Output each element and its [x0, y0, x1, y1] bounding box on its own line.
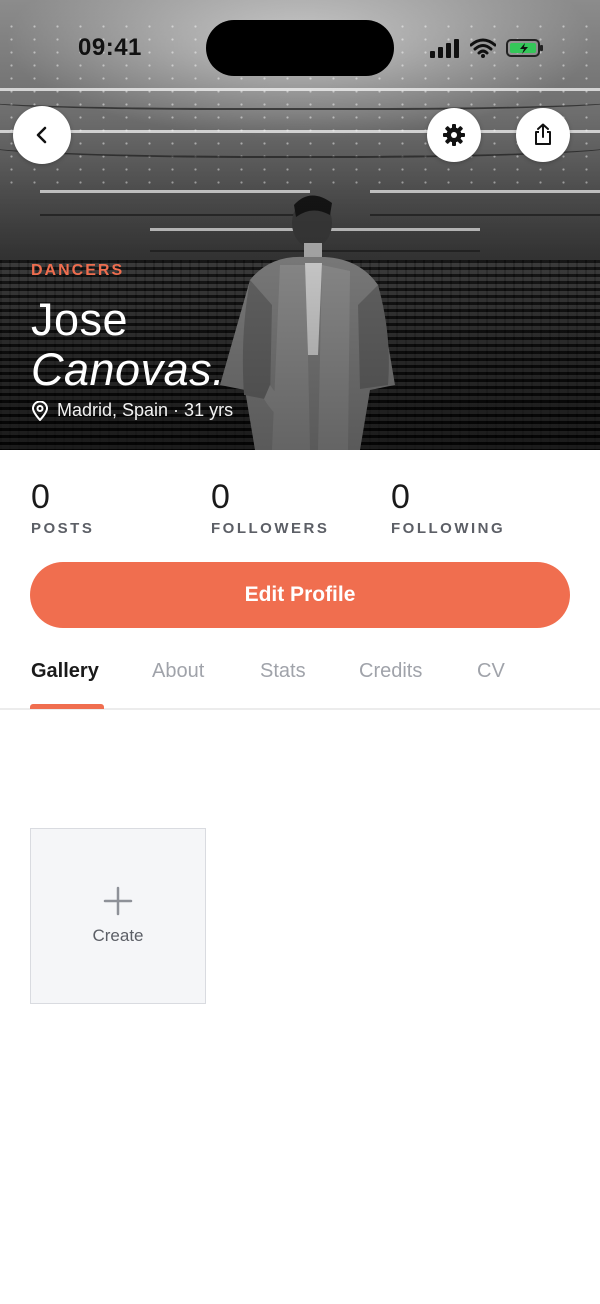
chevron-left-icon — [36, 126, 47, 144]
profile-first-name: Jose — [31, 294, 129, 345]
edit-profile-button[interactable]: Edit Profile — [30, 562, 570, 628]
back-button[interactable] — [13, 106, 71, 164]
stat-followers[interactable]: 0 FOLLOWERS — [211, 476, 329, 537]
status-icons — [430, 36, 544, 60]
tab-cv[interactable]: CV — [477, 660, 505, 683]
create-label: Create — [92, 926, 144, 945]
tab-credits[interactable]: Credits — [359, 660, 422, 683]
stat-label: POSTS — [31, 520, 95, 537]
gear-icon — [443, 124, 465, 146]
profile-category: DANCERS — [31, 262, 125, 279]
active-tab-indicator — [30, 704, 104, 709]
tab-stats[interactable]: Stats — [260, 660, 306, 683]
stat-label: FOLLOWING — [391, 520, 506, 537]
settings-button[interactable] — [427, 108, 481, 162]
tab-gallery[interactable]: Gallery — [31, 660, 99, 683]
wifi-icon — [470, 38, 496, 58]
stat-value: 0 — [211, 478, 230, 516]
profile-tabs: Gallery About Stats Credits CV — [0, 648, 600, 710]
create-post-tile[interactable]: Create — [30, 828, 206, 1004]
share-button[interactable] — [516, 108, 570, 162]
status-time: 09:41 — [78, 34, 142, 61]
location-text: Madrid, Spain · 31 yrs — [57, 400, 234, 420]
profile-hero: 09:41 DANCERS Jose Canovas. Madrid, Spai… — [0, 0, 600, 450]
stat-following[interactable]: 0 FOLLOWING — [391, 476, 505, 537]
profile-last-name: Canovas. — [31, 344, 226, 395]
stat-posts[interactable]: 0 POSTS — [31, 476, 94, 537]
battery-icon — [506, 39, 543, 57]
tab-about[interactable]: About — [152, 660, 204, 683]
share-icon — [535, 123, 551, 145]
plus-icon — [103, 886, 133, 916]
dynamic-island — [206, 20, 394, 76]
stat-value: 0 — [31, 478, 50, 516]
map-pin-icon — [31, 400, 49, 421]
stat-label: FOLLOWERS — [211, 520, 330, 537]
stat-value: 0 — [391, 478, 410, 516]
signal-icon — [430, 39, 459, 58]
profile-location: Madrid, Spain · 31 yrs — [31, 400, 233, 421]
